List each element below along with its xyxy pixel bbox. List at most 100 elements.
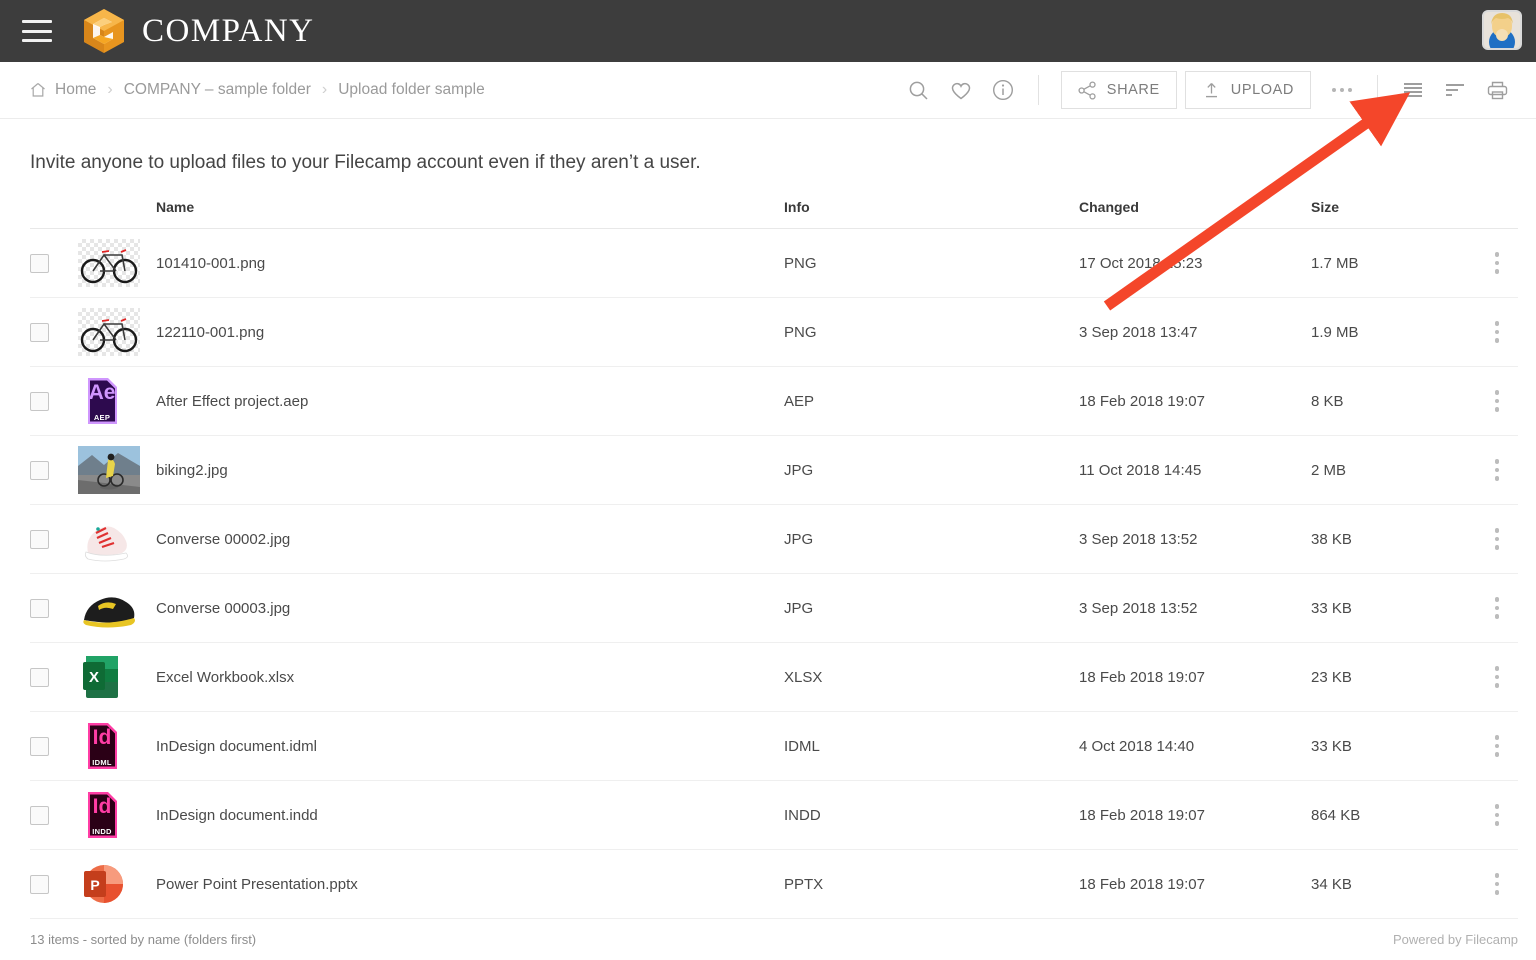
more-vertical-icon[interactable] xyxy=(1491,800,1504,830)
breadcrumb-item-company-sample-folder[interactable]: COMPANY – sample folder xyxy=(124,81,311,99)
checkbox-unchecked[interactable] xyxy=(30,736,49,756)
row-file-name[interactable]: biking2.jpg xyxy=(156,462,784,479)
table-row[interactable]: X Excel Workbook.xlsx XLSX 18 Feb 2018 1… xyxy=(30,643,1518,712)
row-file-changed: 18 Feb 2018 19:07 xyxy=(1079,668,1205,686)
brand[interactable]: COMPANY xyxy=(82,8,315,54)
more-vertical-icon[interactable] xyxy=(1491,317,1504,347)
row-file-name[interactable]: InDesign document.indd xyxy=(156,807,784,824)
column-header-info[interactable]: Info xyxy=(784,199,1079,215)
breadcrumb: Home › COMPANY – sample folder › Upload … xyxy=(30,81,485,99)
more-horizontal-icon[interactable] xyxy=(1321,70,1363,110)
row-thumbnail-cell xyxy=(78,308,156,356)
row-file-name[interactable]: Converse 00003.jpg xyxy=(156,600,784,617)
avatar[interactable] xyxy=(1482,10,1522,50)
checkbox-unchecked[interactable] xyxy=(30,460,49,480)
home-icon[interactable] xyxy=(30,82,46,98)
list-view-icon[interactable] xyxy=(1392,70,1434,110)
row-checkbox-cell xyxy=(30,391,78,411)
toolbar: Home › COMPANY – sample folder › Upload … xyxy=(0,62,1536,119)
row-menu-cell xyxy=(1476,248,1518,278)
row-file-name[interactable]: Converse 00002.jpg xyxy=(156,531,784,548)
row-file-info: AEP xyxy=(784,392,815,410)
checkbox-unchecked[interactable] xyxy=(30,529,49,549)
heart-icon[interactable] xyxy=(940,70,982,110)
table-row[interactable]: 122110-001.png PNG 3 Sep 2018 13:47 1.9 … xyxy=(30,298,1518,367)
table-row[interactable]: Id IDML InDesign document.idml IDML 4 Oc… xyxy=(30,712,1518,781)
cyclist-photo xyxy=(78,446,140,494)
table-row[interactable]: Converse 00003.jpg JPG 3 Sep 2018 13:52 … xyxy=(30,574,1518,643)
print-icon[interactable] xyxy=(1476,70,1518,110)
table-header-row: Name Info Changed Size xyxy=(30,199,1518,229)
row-file-info: INDD xyxy=(784,806,821,824)
row-checkbox-cell xyxy=(30,460,78,480)
breadcrumb-separator: › xyxy=(321,81,328,98)
sort-icon[interactable] xyxy=(1434,70,1476,110)
row-file-changed: 3 Sep 2018 13:47 xyxy=(1079,323,1198,341)
row-file-size: 2 MB xyxy=(1311,461,1347,479)
after-effects-file-icon: Ae AEP xyxy=(78,376,126,426)
page-description: Invite anyone to upload files to your Fi… xyxy=(30,152,701,173)
more-vertical-icon[interactable] xyxy=(1491,869,1504,899)
table-row[interactable]: Converse 00002.jpg JPG 3 Sep 2018 13:52 … xyxy=(30,505,1518,574)
table-row[interactable]: 101410-001.png PNG 17 Oct 2018 15:23 1.7… xyxy=(30,229,1518,298)
row-thumbnail-cell: Ae AEP xyxy=(78,376,156,426)
more-vertical-icon[interactable] xyxy=(1491,455,1504,485)
row-menu-cell xyxy=(1476,593,1518,623)
row-file-name[interactable]: Power Point Presentation.pptx xyxy=(156,876,784,893)
more-vertical-icon[interactable] xyxy=(1491,593,1504,623)
hexagon-c-logo xyxy=(84,9,124,53)
row-file-size: 33 KB xyxy=(1311,737,1352,755)
checkbox-unchecked[interactable] xyxy=(30,874,49,894)
row-thumbnail-cell xyxy=(78,515,156,563)
upload-button[interactable]: UPLOAD xyxy=(1184,71,1311,109)
checkbox-unchecked[interactable] xyxy=(30,322,49,342)
row-file-name[interactable]: After Effect project.aep xyxy=(156,393,784,410)
row-file-name[interactable]: InDesign document.idml xyxy=(156,738,784,755)
share-button[interactable]: SHARE xyxy=(1060,71,1177,109)
row-file-name[interactable]: 101410-001.png xyxy=(156,255,784,272)
share-nodes-icon xyxy=(1078,80,1096,100)
table-row[interactable]: Id INDD InDesign document.indd INDD 18 F… xyxy=(30,781,1518,850)
row-thumbnail-cell xyxy=(78,584,156,632)
column-header-changed[interactable]: Changed xyxy=(1079,199,1311,215)
svg-text:P: P xyxy=(90,877,99,893)
row-file-name[interactable]: Excel Workbook.xlsx xyxy=(156,669,784,686)
table-row[interactable]: P Power Point Presentation.pptx PPTX 18 … xyxy=(30,850,1518,919)
upload-arrow-icon xyxy=(1205,82,1217,97)
search-icon[interactable] xyxy=(898,70,940,110)
row-thumbnail-cell: Id INDD xyxy=(78,790,156,840)
info-circle-icon[interactable] xyxy=(982,70,1024,110)
row-file-changed: 3 Sep 2018 13:52 xyxy=(1079,599,1198,617)
column-header-size[interactable]: Size xyxy=(1311,199,1476,215)
more-vertical-icon[interactable] xyxy=(1491,524,1504,554)
breadcrumb-item-upload-folder-sample[interactable]: Upload folder sample xyxy=(338,81,484,99)
indesign-file-icon: Id INDD xyxy=(78,790,126,840)
row-checkbox-cell xyxy=(30,874,78,894)
row-thumbnail-cell: P xyxy=(78,859,156,909)
hamburger-menu-icon[interactable] xyxy=(22,20,52,42)
checkbox-unchecked[interactable] xyxy=(30,667,49,687)
checkbox-unchecked[interactable] xyxy=(30,598,49,618)
breadcrumb-item-home[interactable]: Home xyxy=(55,81,96,99)
table-row[interactable]: Ae AEP After Effect project.aep AEP 18 F… xyxy=(30,367,1518,436)
more-vertical-icon[interactable] xyxy=(1491,662,1504,692)
row-file-name[interactable]: 122110-001.png xyxy=(156,324,784,341)
row-file-info: PPTX xyxy=(784,875,824,893)
more-vertical-icon[interactable] xyxy=(1491,248,1504,278)
checkbox-unchecked[interactable] xyxy=(30,391,49,411)
row-file-size: 34 KB xyxy=(1311,875,1352,893)
row-file-size: 1.7 MB xyxy=(1311,254,1359,272)
row-file-size: 864 KB xyxy=(1311,806,1361,824)
black-sneaker-photo xyxy=(78,584,140,632)
footer: 13 items - sorted by name (folders first… xyxy=(0,918,1536,960)
more-vertical-icon[interactable] xyxy=(1491,731,1504,761)
more-vertical-icon[interactable] xyxy=(1491,386,1504,416)
powered-by-label: Powered by Filecamp xyxy=(1393,931,1518,947)
checkbox-unchecked[interactable] xyxy=(30,805,49,825)
table-row[interactable]: biking2.jpg JPG 11 Oct 2018 14:45 2 MB xyxy=(30,436,1518,505)
row-menu-cell xyxy=(1476,455,1518,485)
row-thumbnail-cell xyxy=(78,239,156,287)
row-checkbox-cell xyxy=(30,529,78,549)
column-header-name[interactable]: Name xyxy=(156,199,784,215)
checkbox-unchecked[interactable] xyxy=(30,253,49,273)
